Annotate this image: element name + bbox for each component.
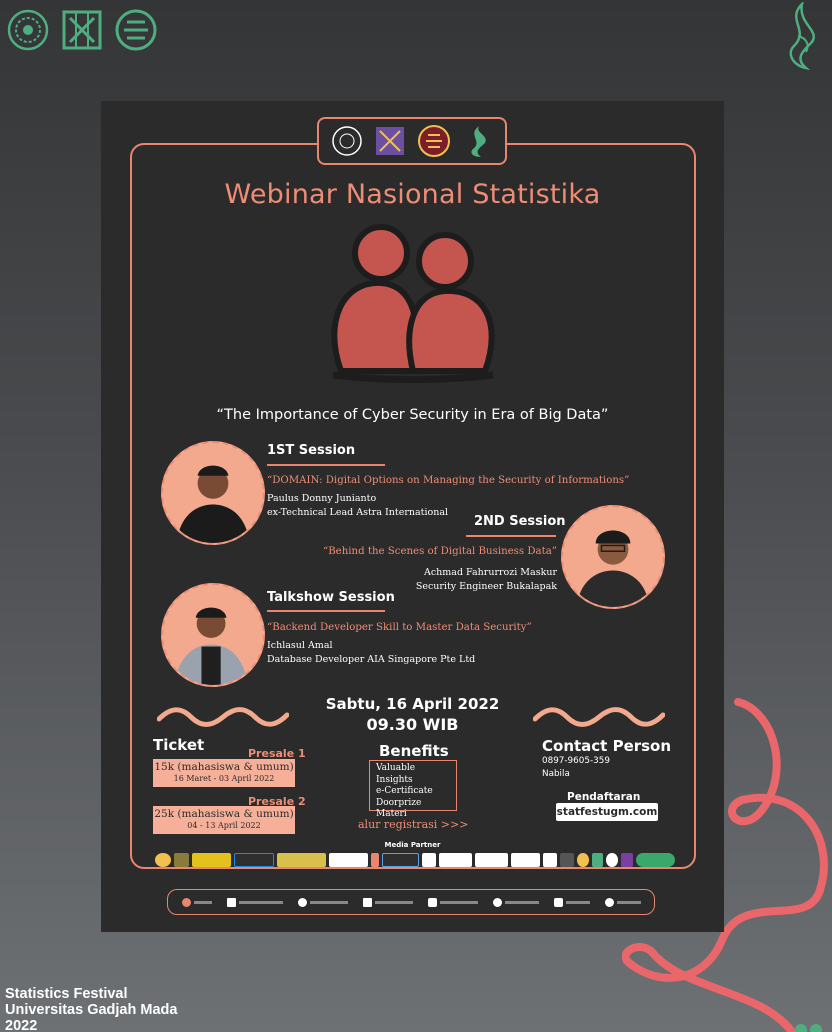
partner-logo xyxy=(576,853,589,867)
contact-info: 0897-9605-359 Nabila xyxy=(542,755,610,781)
caption-line-1: Statistics Festival xyxy=(5,986,128,1002)
speaker-1-photo xyxy=(161,441,265,545)
media-partner-logos xyxy=(155,852,675,868)
registration-label: Pendaftaran xyxy=(567,791,641,803)
presale-1-box: 15k (mahasiswa & umum) 16 Maret - 03 Apr… xyxy=(153,759,295,787)
registration-site-button[interactable]: statfestugm.com xyxy=(556,803,658,821)
wave-icon xyxy=(533,707,665,727)
social-email-link[interactable] xyxy=(226,897,283,907)
ugm-seal-icon xyxy=(7,9,49,51)
contact-name: Nabila xyxy=(542,769,570,779)
talkshow-heading: Talkshow Session xyxy=(267,590,395,605)
ticket-label: Ticket xyxy=(153,736,205,754)
partner-logo xyxy=(474,853,509,867)
partner-logo xyxy=(511,853,541,867)
webinar-poster: Webinar Nasional Statistika “The Importa… xyxy=(101,101,724,932)
benefits-label: Benefits xyxy=(379,742,449,760)
presale-1-dates: 16 Maret - 03 April 2022 xyxy=(173,774,275,783)
social-tiktok-link[interactable] xyxy=(604,897,641,907)
registration-flow-link[interactable]: alur registrasi >>> xyxy=(358,818,468,831)
social-youtube-link[interactable] xyxy=(427,897,478,907)
partner-logo xyxy=(234,853,274,867)
talkshow-speaker-role: Database Developer AIA Singapore Pte Ltd xyxy=(267,654,476,665)
partner-logo xyxy=(173,853,190,867)
statistics-society-logo-icon xyxy=(115,9,157,51)
talkshow-topic: “Backend Developer Skill to Master Data … xyxy=(267,622,532,633)
session-1-speaker: Paulus Donny Junianto ex-Technical Lead … xyxy=(267,492,448,520)
social-instagram-link[interactable] xyxy=(553,897,590,907)
social-line-link[interactable] xyxy=(181,897,212,907)
partner-logo xyxy=(543,853,558,867)
session-2-speaker-role: Security Engineer Bukalapak xyxy=(415,581,557,592)
page-caption: Statistics Festival Universitas Gadjah M… xyxy=(5,986,177,1032)
presale-1-price: 15k (mahasiswa & umum) xyxy=(154,761,294,773)
session-1-topic: “DOMAIN: Digital Options on Managing the… xyxy=(267,475,630,486)
media-partner-label: Media Partner xyxy=(384,841,441,849)
benefit-item: e-Certificate xyxy=(376,786,433,796)
benefit-item: Doorprize xyxy=(376,797,422,808)
presale-2-price: 25k (mahasiswa & umum) xyxy=(154,808,294,820)
partner-logo xyxy=(438,853,472,867)
speaker-3-photo xyxy=(161,583,265,687)
partner-logo xyxy=(155,853,171,867)
talkshow-rule xyxy=(267,610,385,612)
wave-icon xyxy=(157,707,289,727)
partner-logo xyxy=(381,853,419,867)
presale-2-box: 25k (mahasiswa & umum) 04 - 13 April 202… xyxy=(153,806,295,834)
talkshow-speaker-name: Ichlasul Amal xyxy=(267,640,333,651)
partner-logo xyxy=(606,853,619,867)
session-1-speaker-name: Paulus Donny Junianto xyxy=(267,493,377,504)
benefit-item: Valuable Insights xyxy=(376,763,416,785)
session-2-heading: 2ND Session xyxy=(474,514,566,529)
benefits-list: Valuable Insights e-Certificate Doorpriz… xyxy=(369,760,457,819)
partner-logo xyxy=(276,853,326,867)
carousel-dots xyxy=(795,1024,822,1032)
session-2-speaker-name: Achmad Fahrurrozi Maskur xyxy=(423,567,557,578)
partner-logo xyxy=(591,853,604,867)
partner-logo xyxy=(370,853,379,867)
contact-phone: 0897-9605-359 xyxy=(542,756,610,766)
poster-title: Webinar Nasional Statistika xyxy=(224,179,601,210)
statfest-leaf-icon xyxy=(471,126,486,157)
partner-logo xyxy=(328,853,368,867)
statfest-leaf-icon xyxy=(789,2,815,70)
partner-logo xyxy=(560,853,574,867)
department-logo-icon xyxy=(62,10,102,50)
speaker-2-photo xyxy=(561,505,665,609)
social-website-link[interactable] xyxy=(492,897,539,907)
session-1-speaker-role: ex-Technical Lead Astra International xyxy=(267,507,449,518)
logo-bar xyxy=(317,117,507,165)
caption-line-3: 2022 xyxy=(5,1018,38,1032)
ugm-seal-icon xyxy=(332,126,362,156)
partner-logo xyxy=(621,853,633,867)
session-1-heading: 1ST Session xyxy=(267,443,356,458)
social-facebook-link[interactable] xyxy=(297,897,348,907)
social-links-bar xyxy=(167,889,655,915)
department-logo-icon xyxy=(376,127,405,155)
social-linkedin-link[interactable] xyxy=(362,897,413,907)
top-logo-row xyxy=(6,8,158,52)
session-2-topic: “Behind the Scenes of Digital Business D… xyxy=(322,546,557,557)
partner-logo xyxy=(192,853,232,867)
poster-subtitle: “The Importance of Cyber Security in Era… xyxy=(216,407,609,423)
session-2-speaker: Achmad Fahrurrozi Maskur Security Engine… xyxy=(416,566,557,594)
talkshow-speaker: Ichlasul Amal Database Developer AIA Sin… xyxy=(267,639,475,667)
caption-line-2: Universitas Gadjah Mada xyxy=(5,1002,178,1018)
presale-2-dates: 04 - 13 April 2022 xyxy=(187,821,261,830)
statistics-society-logo-icon xyxy=(417,125,450,157)
session-2-rule xyxy=(466,535,556,537)
contact-label: Contact Person xyxy=(542,737,672,755)
people-hero-icon xyxy=(331,224,495,383)
partner-logo xyxy=(635,853,675,867)
partner-logo xyxy=(421,853,436,867)
session-1-rule xyxy=(267,464,385,466)
